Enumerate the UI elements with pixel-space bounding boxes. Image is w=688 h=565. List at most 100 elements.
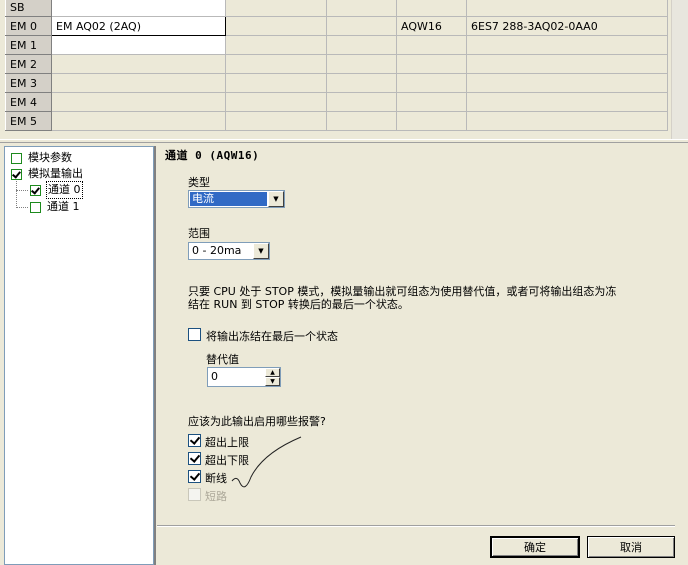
tree-checkbox-icon [30,184,41,196]
stepper-buttons: ▲ ▼ [265,368,280,386]
address-cell[interactable] [396,35,467,55]
output-cell[interactable] [326,16,397,36]
order-number-cell[interactable] [466,111,668,131]
tree-item-label: 模块参数 [28,151,72,164]
table-row[interactable]: EM 2 [5,54,668,74]
description-line: 只要 CPU 处于 STOP 模式，模拟量输出就可组态为使用替代值，或者可将输出… [188,285,617,298]
channel-settings-panel: 通道 0 (AQW16) 类型 电流 ▼ 范围 0 - 20ma ▼ 只要 CP… [157,143,688,565]
output-cell[interactable] [326,54,397,74]
slot-label[interactable]: SB [5,0,52,17]
output-cell[interactable] [326,111,397,131]
order-number-cell[interactable]: 6ES7 288-3AQ02-0AA0 [466,16,668,36]
order-number-cell[interactable] [466,35,668,55]
slot-label[interactable]: EM 3 [5,73,52,93]
substitute-value-label: 替代值 [206,353,239,366]
alarm-upper-limit-checkbox[interactable] [188,434,201,447]
tree-connector [16,207,28,208]
tree-item-analog-output[interactable]: 模拟量输出 [11,166,83,182]
type-label: 类型 [188,176,210,189]
chevron-down-icon[interactable]: ▼ [253,243,269,259]
button-separator [157,525,675,527]
substitute-value-input[interactable]: 0 [208,368,265,386]
table-row[interactable]: EM 3 [5,73,668,93]
input-cell[interactable] [225,0,327,17]
tree-checkbox-icon [11,152,22,164]
tree-item-module-params[interactable]: 模块参数 [11,150,72,166]
output-cell[interactable] [326,73,397,93]
slot-label[interactable]: EM 0 [5,16,52,36]
tree-item-label: 通道 1 [47,200,80,213]
alarms-question: 应该为此输出启用哪些报警? [188,415,326,428]
module-cell[interactable] [51,0,226,17]
table-row[interactable]: SB [5,0,668,17]
module-cell[interactable] [51,54,226,74]
tree-checkbox-icon [30,201,41,213]
freeze-output-checkbox[interactable] [188,328,201,341]
ok-button[interactable]: 确定 [490,536,580,558]
module-table: SB EM 0 EM AQ02 (2AQ) AQW16 6ES7 288-3AQ… [0,0,688,140]
table-row[interactable]: EM 4 [5,92,668,112]
range-label: 范围 [188,227,210,240]
address-cell[interactable] [396,54,467,74]
type-dropdown[interactable]: 电流 ▼ [188,190,285,208]
alarm-wire-break-label: 断线 [205,472,227,485]
input-cell[interactable] [225,111,327,131]
cancel-button[interactable]: 取消 [587,536,675,558]
alarm-lower-limit-checkbox[interactable] [188,452,201,465]
module-cell[interactable] [51,35,226,55]
output-cell[interactable] [326,0,397,17]
order-number-cell[interactable] [466,54,668,74]
module-grid: SB EM 0 EM AQ02 (2AQ) AQW16 6ES7 288-3AQ… [5,0,668,131]
freeze-output-label: 将输出冻结在最后一个状态 [206,330,338,343]
module-cell[interactable] [51,92,226,112]
alarm-wire-break-checkbox[interactable] [188,470,201,483]
stop-mode-description: 只要 CPU 处于 STOP 模式，模拟量输出就可组态为使用替代值，或者可将输出… [188,285,668,311]
config-tree: 模块参数 模拟量输出 通道 0 通道 1 [4,146,154,565]
output-cell[interactable] [326,35,397,55]
address-cell[interactable]: AQW16 [396,16,467,36]
slot-label[interactable]: EM 4 [5,92,52,112]
order-number-cell[interactable] [466,73,668,93]
panel-title: 通道 0 (AQW16) [165,149,260,162]
pane-divider [154,146,156,565]
tree-item-channel-0[interactable]: 通道 0 [30,181,83,199]
range-dropdown[interactable]: 0 - 20ma ▼ [188,242,270,260]
input-cell[interactable] [225,92,327,112]
module-cell[interactable] [51,111,226,131]
module-cell[interactable]: EM AQ02 (2AQ) [51,16,226,36]
alarm-short-circuit-label: 短路 [205,490,227,503]
slot-label[interactable]: EM 1 [5,35,52,55]
tree-connector [16,190,28,191]
tree-item-label: 模拟量输出 [28,167,83,180]
table-row[interactable]: EM 0 EM AQ02 (2AQ) AQW16 6ES7 288-3AQ02-… [5,16,668,36]
module-cell[interactable] [51,73,226,93]
range-value: 0 - 20ma [192,244,242,257]
chevron-down-icon[interactable]: ▼ [268,191,284,207]
address-cell[interactable] [396,92,467,112]
slot-label[interactable]: EM 2 [5,54,52,74]
alarm-short-circuit-checkbox[interactable] [188,488,201,501]
stepper-down-icon[interactable]: ▼ [265,377,280,386]
substitute-value-stepper[interactable]: 0 ▲ ▼ [207,367,281,387]
handwritten-checkmark [231,436,302,488]
table-row[interactable]: EM 5 [5,111,668,131]
type-value: 电流 [190,192,267,206]
output-cell[interactable] [326,92,397,112]
tree-item-label: 通道 0 [46,181,83,199]
stepper-up-icon[interactable]: ▲ [265,368,280,377]
input-cell[interactable] [225,54,327,74]
order-number-cell[interactable] [466,0,668,17]
input-cell[interactable] [225,35,327,55]
vertical-scrollbar[interactable] [671,0,688,140]
order-number-cell[interactable] [466,92,668,112]
table-row[interactable]: EM 1 [5,35,668,55]
address-cell[interactable] [396,0,467,17]
address-cell[interactable] [396,111,467,131]
input-cell[interactable] [225,16,327,36]
description-line: 结在 RUN 到 STOP 转换后的最后一个状态。 [188,298,409,311]
slot-label[interactable]: EM 5 [5,111,52,131]
input-cell[interactable] [225,73,327,93]
tree-checkbox-icon [11,168,22,180]
tree-item-channel-1[interactable]: 通道 1 [30,199,80,215]
address-cell[interactable] [396,73,467,93]
